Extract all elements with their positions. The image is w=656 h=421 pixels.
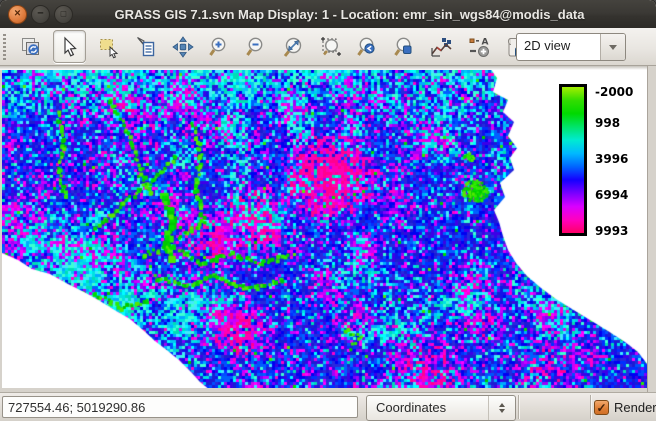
spinner-up-icon [499,403,505,407]
statusbar-mode-selector[interactable]: Coordinates [366,395,516,421]
zoom-out-button[interactable] [242,32,271,62]
legend-label: 9993 [595,224,628,238]
maximize-icon: □ [61,9,66,18]
pointer-icon [58,35,82,59]
map-canvas[interactable] [2,70,648,388]
render-map-icon [19,35,43,59]
statusbar-separator [590,395,591,419]
minimize-icon: − [37,8,43,19]
analyze-map-icon [430,35,454,59]
statusbar: 727554.46; 5019290.86 Coordinates ✓ Rend… [0,392,656,421]
zoom-extent-icon [282,35,306,59]
pointer-button[interactable] [53,30,86,63]
query-button[interactable] [131,32,160,62]
pan-button[interactable] [168,32,197,62]
close-icon: × [14,8,20,19]
check-icon: ✓ [596,402,606,414]
map-right-margin [647,66,656,392]
analyze-map-button[interactable] [427,32,456,62]
add-map-elements-button[interactable]: A [464,32,493,62]
legend-label: 6994 [595,188,628,202]
grass-map-display-window: × − □ GRASS GIS 7.1.svn Map Display: 1 -… [0,0,656,421]
statusbar-empty-panel [522,396,586,418]
select-region-button[interactable] [94,32,123,62]
close-button[interactable]: × [8,5,27,24]
zoom-back-icon [356,35,380,59]
minimize-button[interactable]: − [31,5,50,24]
maximize-button[interactable]: □ [54,5,73,24]
pan-icon [171,35,195,59]
coordinates-display: 727554.46; 5019290.86 [2,396,358,418]
statusbar-separator [518,395,519,419]
legend-label: 998 [595,116,620,130]
legend-colorbar [559,84,587,236]
render-map-button[interactable] [16,32,45,62]
svg-text:A: A [481,37,488,47]
statusbar-mode-value: Coordinates [367,396,488,420]
zoom-in-icon [208,35,232,59]
view-mode-selector[interactable]: 2D view [516,33,626,61]
legend-label: -2000 [595,85,633,99]
query-icon [134,35,158,59]
map-display-area: -2000 998 3996 6994 9993 [0,66,656,392]
view-mode-dropdown-button[interactable] [600,34,625,60]
select-region-icon [97,35,121,59]
zoom-back-button[interactable] [353,32,382,62]
render-checkbox[interactable]: ✓ [594,400,609,415]
chevron-down-icon [609,45,617,50]
view-mode-value: 2D view [517,34,600,60]
zoom-out-icon [245,35,269,59]
toolbar-grip[interactable] [3,34,6,60]
zoom-region-button[interactable] [316,32,345,62]
zoom-in-button[interactable] [205,32,234,62]
zoom-region-icon [319,35,343,59]
render-toggle[interactable]: ✓ Render [594,397,656,418]
spinner-buttons[interactable] [488,396,515,420]
titlebar: × − □ GRASS GIS 7.1.svn Map Display: 1 -… [0,0,656,28]
window-controls: × − □ [8,5,73,24]
legend-label: 3996 [595,152,628,166]
render-label[interactable]: Render [614,400,656,415]
spinner-down-icon [499,409,505,413]
add-map-elements-icon: A [467,35,491,59]
zoom-to-map-icon [393,35,417,59]
window-title: GRASS GIS 7.1.svn Map Display: 1 - Locat… [73,7,656,22]
map-toolbar: A 2D view [0,28,656,66]
zoom-extent-button[interactable] [279,32,308,62]
zoom-to-map-button[interactable] [390,32,419,62]
